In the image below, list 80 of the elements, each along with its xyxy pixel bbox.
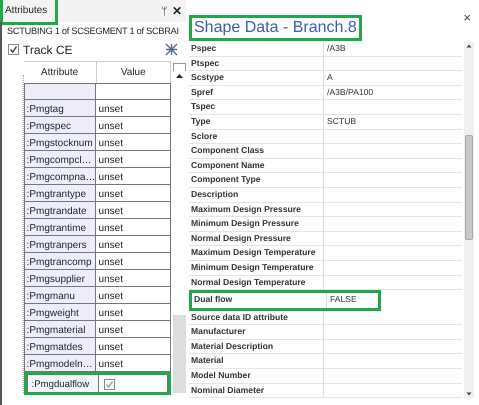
attribute-value[interactable]: unset	[96, 168, 171, 184]
attribute-value[interactable]: unset	[96, 150, 171, 167]
property-value[interactable]: FALSE	[327, 293, 378, 308]
property-value[interactable]: /A3B/PA100	[324, 86, 462, 100]
panel-title: Shape Data - Branch.8	[189, 15, 362, 41]
attribute-name: :Pmgtag	[24, 100, 96, 116]
element-path: SCTUBING 1 of SCSEGMENT 1 of SCBRAI	[7, 25, 179, 38]
attribute-value[interactable]: unset	[96, 252, 171, 269]
attribute-value[interactable]: unset	[96, 116, 171, 133]
property-label: Description	[189, 188, 324, 202]
attribute-name: :Pmgcompcl…	[24, 150, 96, 167]
close-button[interactable]: ✕	[172, 4, 182, 18]
attribute-name: :Pmgweight	[24, 304, 96, 320]
attribute-value[interactable]: unset	[96, 286, 171, 303]
attribute-name: :Pmgcompna…	[24, 168, 96, 184]
attribute-name: :Pmgtrandate	[24, 202, 96, 218]
attribute-value[interactable]: unset	[96, 270, 171, 286]
attribute-name: :Pmgstocknum	[24, 134, 96, 150]
track-ce-checkbox[interactable]: Track CE	[8, 40, 73, 59]
property-label: Spref	[189, 86, 324, 100]
attribute-name: :Pmgspec	[24, 116, 96, 133]
attribute-name: :Pmgtrancomp	[24, 252, 96, 269]
property-label: Minimum Design Temperature	[189, 260, 324, 274]
scroll-up-icon[interactable]	[465, 42, 473, 50]
property-label: Model Number	[189, 369, 324, 383]
property-label: Sclore	[189, 130, 324, 144]
property-label: Normal Design Temperature	[189, 276, 324, 290]
close-button[interactable]: ×	[463, 8, 471, 27]
column-header[interactable]: Attribute	[24, 62, 97, 83]
property-label: Maximum Design Pressure	[189, 202, 324, 216]
property-label: Dual flow	[192, 293, 327, 308]
attribute-name: :Pmgmanu	[24, 286, 96, 303]
checkbox[interactable]	[8, 44, 19, 56]
attribute-name: :Pmgtrantime	[24, 218, 96, 235]
attribute-value[interactable]: unset	[96, 236, 171, 252]
property-value[interactable]: A	[324, 71, 462, 85]
checkbox-label: Track CE	[23, 42, 73, 59]
property-label: Component Class	[189, 144, 324, 158]
property-label: Ptspec	[189, 56, 324, 70]
property-label: Pspec	[189, 42, 324, 56]
check-icon	[9, 45, 18, 54]
property-value[interactable]: SCTUB	[324, 114, 462, 129]
property-label: Type	[189, 114, 324, 129]
attribute-value[interactable]: unset	[96, 100, 171, 116]
column-header[interactable]: Value	[96, 62, 171, 83]
attribute-name: :Pmgtrantype	[24, 184, 96, 201]
scrollbar[interactable]	[173, 315, 186, 393]
attribute-name: :Pmgdualflow	[26, 374, 99, 392]
property-label: Component Name	[189, 158, 324, 172]
property-label: Component Type	[189, 173, 324, 187]
tools-icon[interactable]	[165, 43, 178, 56]
property-label: Source data ID attribute	[189, 310, 324, 324]
property-label: Maximum Design Temperature	[189, 246, 324, 260]
property-label: Scstype	[189, 71, 324, 85]
property-label: Tspec	[189, 100, 324, 114]
attribute-value[interactable]: unset	[96, 354, 171, 371]
scrollbar-thumb[interactable]	[465, 135, 473, 240]
attribute-name: :Pmgmatdes	[24, 338, 96, 354]
property-label: Nominal Diameter	[189, 384, 324, 398]
pin-button[interactable]: ᛘ	[161, 6, 168, 18]
property-label: Manufacturer	[189, 325, 324, 339]
property-value[interactable]: /A3B	[324, 42, 462, 56]
property-label: Material Description	[189, 340, 324, 354]
attribute-name: :Pmgsupplier	[24, 270, 96, 286]
attribute-value[interactable]: unset	[96, 338, 171, 354]
attribute-name: :Pmgmodeln…	[24, 354, 96, 371]
attribute-value[interactable]: unset	[96, 218, 171, 235]
check-icon	[104, 380, 114, 389]
attribute-value[interactable]: unset	[96, 304, 171, 320]
property-label: Material	[189, 354, 324, 368]
attribute-value[interactable]: unset	[96, 202, 171, 218]
property-label: Normal Design Pressure	[189, 232, 324, 246]
panel-title[interactable]: Attributes	[0, 0, 58, 25]
attribute-name: :Pmgmaterial	[24, 320, 96, 337]
attribute-value[interactable]: unset	[96, 184, 171, 201]
property-label: Minimum Design Pressure	[189, 217, 324, 231]
attribute-name: :Pmgtranpers	[24, 236, 96, 252]
attribute-value[interactable]: unset	[96, 134, 171, 150]
checkbox[interactable]	[104, 378, 115, 390]
attribute-value[interactable]: unset	[96, 320, 171, 337]
